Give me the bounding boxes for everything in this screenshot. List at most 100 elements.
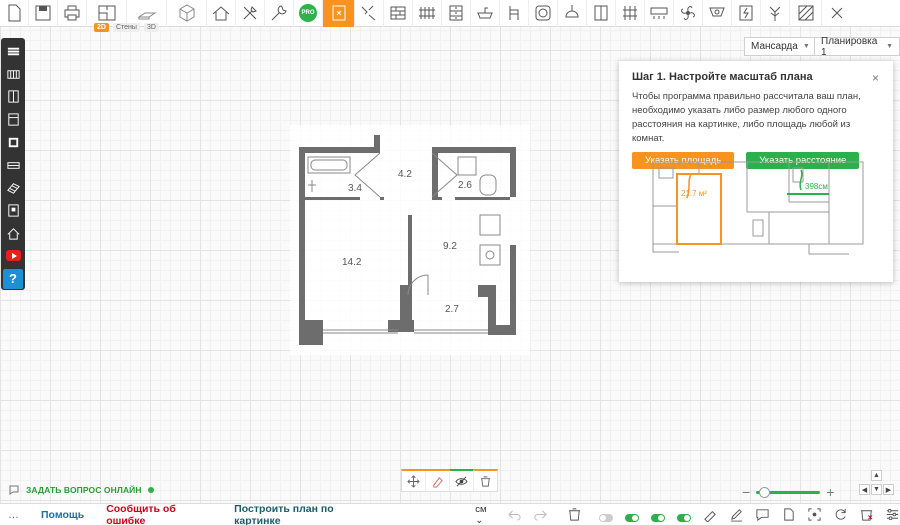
material-icon[interactable]	[1, 176, 25, 199]
show-distances-toggle[interactable]	[650, 507, 666, 523]
plan-image-tools	[401, 469, 498, 492]
undo-icon[interactable]	[506, 507, 522, 523]
screenshot-icon[interactable]	[806, 507, 822, 523]
unit-select[interactable]: см ⌄	[475, 504, 496, 525]
close-icon[interactable]: ×	[872, 71, 879, 85]
electric-icon[interactable]	[732, 0, 761, 27]
pencil-icon[interactable]	[728, 507, 744, 523]
floor-plan-image[interactable]: 3.4 4.2 2.6 14.2 9.2 2.7	[290, 125, 530, 355]
zoom-slider-handle[interactable]	[759, 486, 771, 498]
pan-right-icon[interactable]: ▶	[883, 484, 894, 495]
youtube-icon[interactable]	[1, 245, 25, 268]
chevron-down-icon: ▼	[886, 43, 893, 50]
radiator-icon[interactable]	[413, 0, 442, 27]
building-icon[interactable]	[1, 199, 25, 222]
tools-icon[interactable]	[236, 0, 265, 27]
settings-icon[interactable]	[884, 507, 900, 523]
close-icon[interactable]	[822, 0, 851, 27]
floor-icon[interactable]	[1, 131, 25, 154]
layers-icon[interactable]	[1, 40, 25, 63]
help-link[interactable]: Помощь	[41, 509, 84, 521]
zoom-slider[interactable]	[756, 486, 821, 498]
save-icon[interactable]	[29, 0, 58, 27]
chat-icon	[9, 485, 19, 495]
view-3d-icon[interactable]	[167, 0, 207, 27]
door-tool-icon[interactable]	[1, 85, 25, 108]
wall-icon[interactable]	[1, 63, 25, 86]
floor-select-value: Мансарда	[751, 41, 798, 52]
refresh-icon[interactable]	[832, 507, 848, 523]
wardrobe-icon[interactable]	[587, 0, 616, 27]
floor-heating-icon[interactable]	[616, 0, 645, 27]
house-icon[interactable]	[1, 222, 25, 245]
scale-icon[interactable]	[702, 507, 718, 523]
furniture-icon[interactable]	[442, 0, 471, 27]
export-icon[interactable]	[780, 507, 796, 523]
report-error-link[interactable]: Сообщить об ошибке	[106, 503, 212, 525]
example-area-label: 21.7 м²	[681, 189, 707, 198]
window-icon[interactable]	[1, 108, 25, 131]
view-mode-switch: 2D Стены 3D	[94, 23, 159, 32]
unit-value: см	[475, 503, 487, 515]
clear-all-icon[interactable]	[858, 507, 874, 523]
zoom-control: − +	[742, 484, 834, 500]
texture-icon[interactable]	[790, 0, 822, 27]
pro-badge: PRO	[299, 4, 317, 22]
socket-icon[interactable]	[529, 0, 558, 27]
print-icon[interactable]	[58, 0, 87, 27]
online-status-dot	[147, 487, 154, 493]
chair-icon[interactable]	[500, 0, 529, 27]
bricks-icon[interactable]	[384, 0, 413, 27]
show-image-toggle[interactable]	[676, 507, 692, 523]
dots-menu[interactable]: …	[8, 509, 19, 521]
pro-icon[interactable]: PRO	[294, 0, 323, 27]
pan-left-icon[interactable]: ◀	[859, 484, 870, 495]
view-mode-2d[interactable]: 2D	[94, 23, 109, 32]
zoom-in-button[interactable]: +	[826, 484, 834, 500]
show-hints-toggle[interactable]	[598, 507, 614, 523]
zoom-out-button[interactable]: −	[742, 484, 750, 500]
floor-select[interactable]: Мансарда ▼	[744, 37, 817, 56]
view-mode-3d[interactable]: 3D	[143, 23, 159, 32]
scale-dialog: Шаг 1. Настройте масштаб плана × Чтобы п…	[619, 61, 893, 282]
room-area-label: 2.7	[445, 304, 459, 315]
view-mode-walls[interactable]: Стены	[112, 23, 140, 32]
wrench-icon[interactable]	[265, 0, 294, 27]
trash-icon[interactable]	[474, 471, 497, 491]
plan-select-value: Планировка 1	[821, 35, 878, 58]
plant-icon[interactable]	[761, 0, 790, 27]
eraser-icon[interactable]	[426, 471, 450, 491]
pan-down-icon[interactable]: ▼	[871, 484, 882, 495]
sink-icon[interactable]	[471, 0, 500, 27]
plan-select[interactable]: Планировка 1 ▼	[814, 35, 900, 58]
pan-up-icon[interactable]: ▲	[871, 470, 882, 481]
move-icon[interactable]	[402, 471, 426, 491]
doc-icon[interactable]	[0, 0, 29, 27]
room-area-label: 3.4	[348, 183, 362, 194]
show-dimensions-toggle[interactable]	[624, 507, 640, 523]
roof-icon[interactable]	[207, 0, 236, 27]
door-icon[interactable]	[323, 0, 355, 27]
hide-image-icon[interactable]	[450, 469, 474, 491]
baseboard-icon[interactable]	[1, 154, 25, 177]
chat-label: ЗАДАТЬ ВОПРОС ОНЛАЙН	[26, 485, 142, 495]
build-from-image-link[interactable]: Построить план по картинке	[234, 503, 375, 525]
room-area-label: 4.2	[398, 169, 412, 180]
ac-icon[interactable]	[645, 0, 674, 27]
redo-icon[interactable]	[532, 507, 548, 523]
example-distance-label: 398см	[805, 182, 828, 191]
dialog-title: Шаг 1. Настройте масштаб плана	[632, 71, 813, 83]
pipes-icon[interactable]	[355, 0, 384, 27]
help-icon[interactable]: ?	[1, 267, 25, 290]
room-area-label: 9.2	[443, 241, 457, 252]
fan-icon[interactable]	[674, 0, 703, 27]
chevron-down-icon: ▼	[802, 43, 810, 50]
camera-icon[interactable]	[703, 0, 732, 27]
comment-icon[interactable]	[754, 507, 770, 523]
lamp-icon[interactable]	[558, 0, 587, 27]
pan-control: ▲ ◀ ▼ ▶	[859, 470, 895, 500]
dialog-example-illustration: 21.7 м² 398см	[629, 156, 883, 274]
delete-icon[interactable]	[566, 507, 582, 523]
online-chat[interactable]: ЗАДАТЬ ВОПРОС ОНЛАЙН	[8, 484, 154, 496]
room-area-label: 14.2	[342, 257, 362, 268]
